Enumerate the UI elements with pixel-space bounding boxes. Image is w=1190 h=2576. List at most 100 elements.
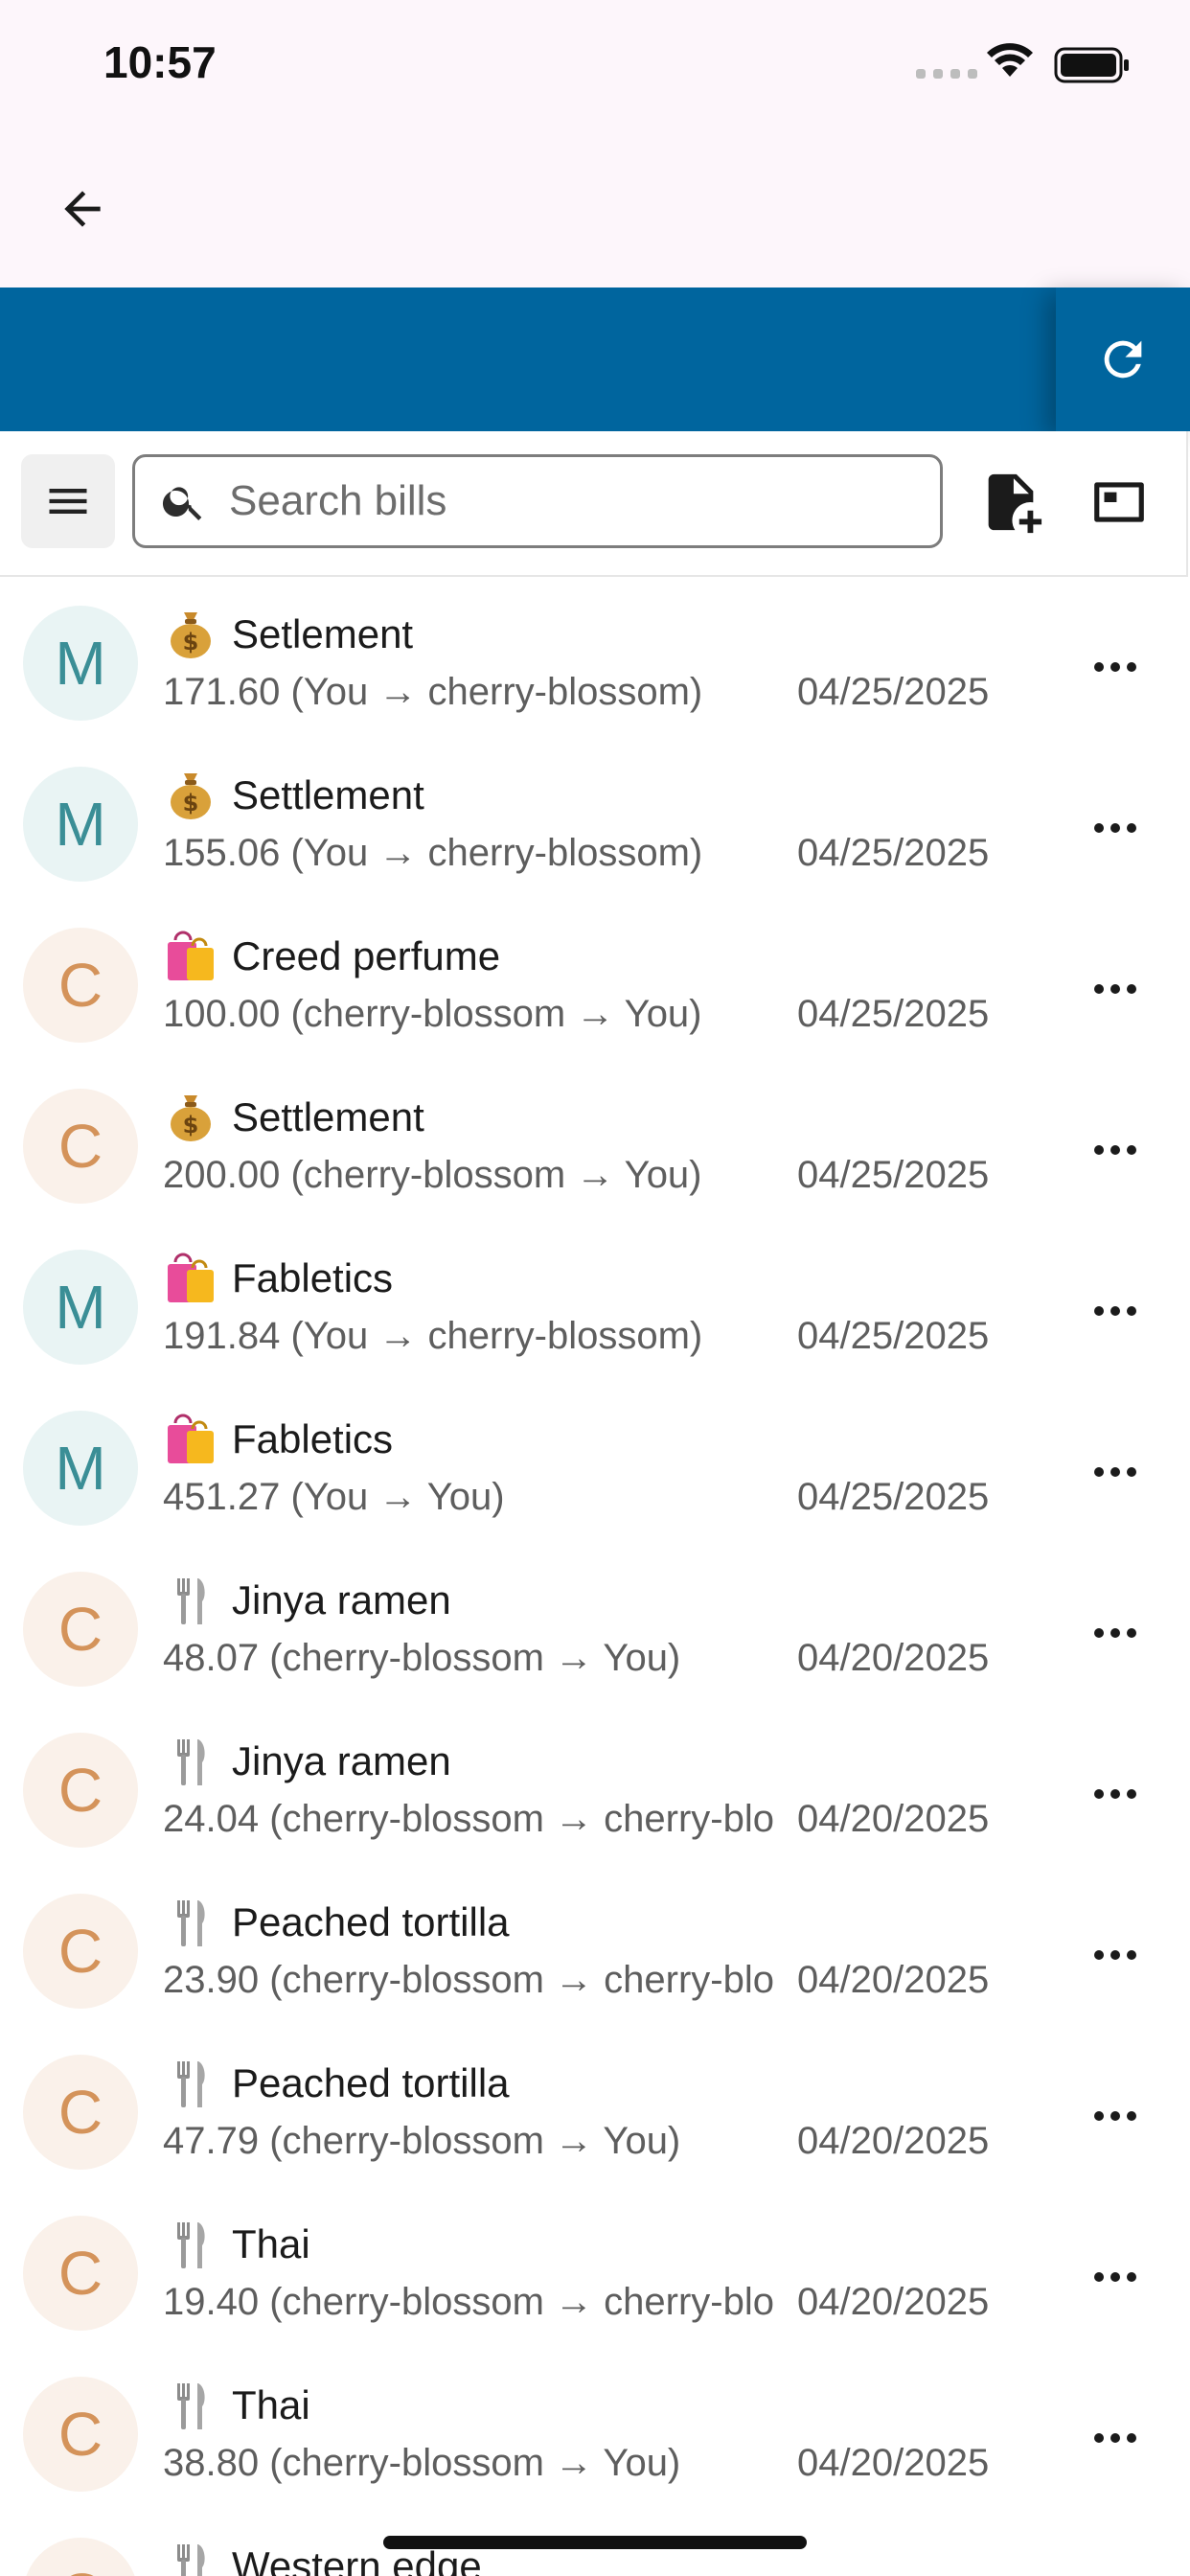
bill-title: Jinya ramen [232,1577,451,1622]
status-bar: 10:57 [0,0,1190,130]
bill-date: 04/25/2025 [797,1154,990,1196]
bill-amount: 19.40 (cherry-blossom → cherry-blossom) [163,2281,774,2323]
bill-title: Thai [232,2382,310,2427]
avatar: C [23,2216,138,2331]
more-horizontal-icon [1094,2272,1136,2282]
bill-amount: 155.06 (You → cherry-blossom) [163,832,703,874]
more-options-button[interactable] [1077,2078,1154,2154]
bill-title-line: Creed perfume [163,926,500,987]
bill-amount: 191.84 (You → cherry-blossom) [163,1315,703,1357]
more-options-button[interactable] [1077,629,1154,705]
more-options-button[interactable] [1077,790,1154,866]
avatar: C [23,2055,138,2170]
money-bag-icon: $ [163,768,218,823]
bill-amount: 24.04 (cherry-blossom → cherry-blossom) [163,1798,774,1840]
bill-date: 04/25/2025 [797,1315,990,1357]
split-view-button[interactable] [1073,456,1165,548]
avatar: M [23,1250,138,1365]
bill-row[interactable]: C Thai 38.80 (cherry-blossom → You) 04/20/2… [0,2348,1190,2509]
shopping-bags-icon [163,1412,218,1467]
bill-date: 04/20/2025 [797,1637,990,1679]
bill-amount: 451.27 (You → You) [163,1476,505,1518]
bill-amount: 100.00 (cherry-blossom → You) [163,993,702,1035]
more-horizontal-icon [1094,1145,1136,1155]
bill-date: 04/20/2025 [797,2120,990,2162]
bill-row[interactable]: M $ Setlement 171.60 (You → cherry-blossom)… [0,577,1190,738]
bill-amount: 47.79 (cherry-blossom → You) [163,2120,681,2162]
bill-row[interactable]: M $ Settlement 155.06 (You → cherry-blossom… [0,738,1190,899]
search-icon [160,477,208,525]
money-bag-icon: $ [163,1090,218,1145]
more-options-button[interactable] [1077,1273,1154,1349]
bill-row[interactable]: M Fabletics 451.27 (You → You) 04/25/2025 [0,1382,1190,1543]
bill-row[interactable]: C Peached tortilla 23.90 (cherry-blossom →… [0,1865,1190,2026]
bill-title: Setlement [232,611,414,656]
bill-title-line: Thai [163,2214,310,2275]
home-indicator [383,2536,807,2549]
bill-date: 04/25/2025 [797,832,990,874]
bill-title-line: $ Settlement [163,765,424,826]
fork-knife-icon [163,1734,218,1789]
avatar: M [23,767,138,882]
avatar: M [23,1411,138,1526]
bills-screen: 10:57 Search bills M $ Setlement 171.60 … [0,0,1190,2576]
menu-button[interactable] [21,454,115,548]
bill-title-line: Thai [163,2375,310,2436]
status-time: 10:57 [103,37,217,87]
add-bill-button[interactable] [968,456,1054,548]
bill-row[interactable]: C Peached tortilla 47.79 (cherry-blossom →… [0,2026,1190,2187]
search-box [132,454,943,548]
more-options-button[interactable] [1077,1917,1154,1993]
bill-row[interactable]: M Fabletics 191.84 (You → cherry-blossom) 0… [0,1221,1190,1382]
more-horizontal-icon [1094,1628,1136,1638]
search-input[interactable] [227,476,902,526]
header-band [0,288,1190,431]
bill-title-line: Jinya ramen [163,1731,451,1792]
bill-amount: 38.80 (cherry-blossom → You) [163,2442,681,2484]
more-options-button[interactable] [1077,2239,1154,2315]
bill-title: Creed perfume [232,933,501,978]
avatar: C [23,1572,138,1687]
bill-list: M $ Setlement 171.60 (You → cherry-blossom)… [0,577,1190,2576]
hamburger-menu-icon [49,489,87,514]
fork-knife-icon [163,1895,218,1950]
toolbar [0,431,1188,577]
bill-row[interactable]: C Jinya ramen 24.04 (cherry-blossom → cher… [0,1704,1190,1865]
more-options-button[interactable] [1077,1112,1154,1188]
fork-knife-icon [163,2378,218,2433]
svg-text:$: $ [183,790,199,816]
bill-title: Thai [232,2221,310,2266]
bill-date: 04/25/2025 [797,1476,990,1518]
svg-text:$: $ [183,1112,199,1138]
bill-title: Jinya ramen [232,1738,451,1783]
more-options-button[interactable] [1077,1434,1154,1510]
bill-row[interactable]: C Creed perfume 100.00 (cherry-blossom → Y… [0,899,1190,1060]
bill-amount: 48.07 (cherry-blossom → You) [163,1637,681,1679]
bill-title-line: Peached tortilla [163,1892,510,1953]
more-options-button[interactable] [1077,1756,1154,1832]
battery-icon [1054,47,1129,83]
back-button[interactable] [44,171,121,247]
bill-amount: 23.90 (cherry-blossom → cherry-blossom) [163,1959,774,2001]
avatar: C [23,2538,138,2576]
bill-row[interactable]: C $ Settlement 200.00 (cherry-blossom → You… [0,1060,1190,1221]
more-options-button[interactable] [1077,2561,1154,2576]
more-options-button[interactable] [1077,1595,1154,1671]
refresh-button[interactable] [1056,288,1190,431]
more-options-button[interactable] [1077,2400,1154,2476]
bill-title: Peached tortilla [232,2060,510,2105]
arrow-left-icon [64,191,101,227]
avatar: C [23,1894,138,2009]
bill-title-line: $ Settlement [163,1087,424,1148]
bill-row[interactable]: C Jinya ramen 48.07 (cherry-blossom → You)… [0,1543,1190,1704]
more-horizontal-icon [1094,1950,1136,1960]
more-options-button[interactable] [1077,951,1154,1027]
svg-text:$: $ [183,629,199,656]
more-horizontal-icon [1094,1306,1136,1316]
bill-date: 04/20/2025 [797,2442,990,2484]
cellular-signal-icon [916,69,977,79]
bill-date: 04/25/2025 [797,993,990,1035]
split-view-icon [1094,482,1144,522]
bill-row[interactable]: C Thai 19.40 (cherry-blossom → cherry-blos… [0,2187,1190,2348]
bill-title: Fabletics [232,1255,394,1300]
